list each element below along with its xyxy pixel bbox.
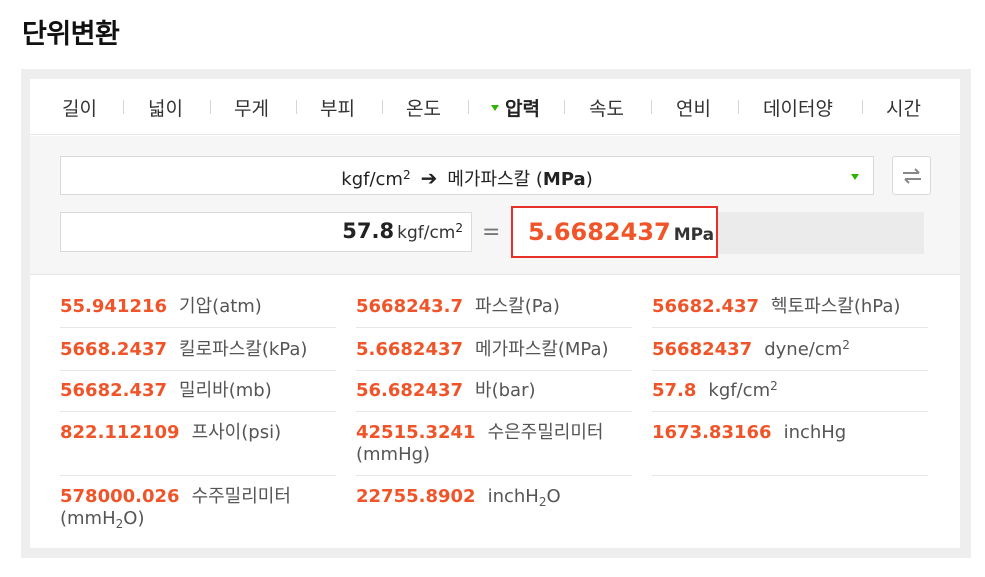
tab-area[interactable]: 넓이: [148, 94, 183, 121]
tab-time[interactable]: 시간: [886, 94, 921, 121]
result-item-value: 57.8: [652, 380, 697, 401]
tab-data-size[interactable]: 데이터양: [763, 94, 833, 121]
result-item-unit-line2-end: O): [123, 508, 145, 529]
result-item: 1673.83166 inchHg: [652, 422, 928, 476]
result-item: 56682.437 밀리바(mb): [60, 380, 336, 412]
tab-divider: [210, 100, 211, 114]
result-item-value: 42515.3241: [356, 422, 476, 443]
result-item-value: 55.941216: [60, 296, 168, 317]
result-item: 22755.8902 inchH2O: [356, 486, 632, 538]
input-unit-sup: 2: [455, 221, 463, 235]
result-item-unit: 파스칼(Pa): [475, 296, 560, 317]
result-item-unit: dyne/cm: [764, 339, 843, 360]
result-item-unit: 밀리바(mb): [179, 380, 272, 401]
to-unit-suffix: ): [585, 169, 593, 190]
result-item: 56682.437 헥토파스칼(hPa): [652, 296, 928, 328]
arrow-right-icon: ➔: [420, 166, 438, 190]
result-item: 42515.3241 수은주밀리미터 (mmHg): [356, 422, 632, 476]
value-input[interactable]: 57.8 kgf/cm2: [60, 212, 472, 252]
value-input-content: 57.8 kgf/cm2: [342, 219, 463, 243]
result-item: 5.6682437 메가파스칼(MPa): [356, 339, 632, 371]
result-item-value: 5668.2437: [60, 339, 168, 360]
result-item-unit-line2: (mmHg): [356, 444, 431, 465]
input-unit: kgf/cm: [397, 223, 456, 243]
result-item: 55.941216 기압(atm): [60, 296, 336, 328]
result-item: 5668.2437 킬로파스칼(kPa): [60, 339, 336, 371]
tab-divider: [738, 100, 739, 114]
result-unit: MPa: [673, 225, 715, 245]
result-item-unit: kgf/cm: [708, 380, 771, 401]
result-item-unit: 킬로파스칼(kPa): [179, 339, 308, 360]
category-tabs: 길이 넓이 무게 부피 온도 압력 속도 연비 데이터양 시간: [30, 79, 960, 135]
result-item-value: 56.682437: [356, 380, 464, 401]
conversion-panel: kgf/cm2 ➔ 메가파스칼 (MPa) 57.8 kgf/cm2 = 5.6682…: [30, 136, 960, 275]
result-item-unit: 메가파스칼(MPa): [475, 339, 609, 360]
result-item: 57.8 kgf/cm2: [652, 380, 928, 412]
result-item-unit: inchH: [487, 486, 539, 507]
tab-pressure[interactable]: 압력: [491, 94, 540, 121]
result-item-unit: 프사이(psi): [191, 422, 282, 443]
tab-length[interactable]: 길이: [62, 94, 97, 121]
conversion-results: 55.941216 기압(atm) 5668243.7 파스칼(Pa) 56682.…: [30, 276, 960, 548]
equals-sign: =: [482, 220, 501, 245]
result-item-unit: 헥토파스칼(hPa): [771, 296, 901, 317]
result-item-value: 56682.437: [652, 296, 760, 317]
swap-icon: [902, 167, 921, 184]
result-item-value: 22755.8902: [356, 486, 476, 507]
result-item: 578000.026 수주밀리미터 (mmH2O): [60, 486, 336, 538]
input-value: 57.8: [342, 219, 395, 243]
from-unit: kgf/cm: [341, 169, 403, 190]
tab-weight[interactable]: 무게: [234, 94, 269, 121]
result-item-unit-end: O: [546, 486, 561, 507]
result-value: 5.6682437: [528, 218, 671, 246]
tab-pressure-label: 압력: [505, 98, 540, 120]
tab-speed[interactable]: 속도: [589, 94, 624, 121]
to-unit-prefix: 메가파스칼 (: [447, 169, 543, 190]
result-item: 822.112109 프사이(psi): [60, 422, 336, 476]
tab-divider: [382, 100, 383, 114]
tab-divider: [468, 100, 469, 114]
tab-divider: [564, 100, 565, 114]
result-item-value: 578000.026: [60, 486, 180, 507]
result-item: 56.682437 바(bar): [356, 380, 632, 412]
tab-volume[interactable]: 부피: [320, 94, 355, 121]
result-item-unit: 바(bar): [475, 380, 536, 401]
unit-converter: 길이 넓이 무게 부피 온도 압력 속도 연비 데이터양 시간 kgf/cm2 ➔…: [30, 79, 960, 548]
page-title: 단위변환: [22, 19, 120, 50]
tab-divider: [296, 100, 297, 114]
active-marker-icon: [491, 104, 499, 111]
result-item: 5668243.7 파스칼(Pa): [356, 296, 632, 328]
result-item-value: 822.112109: [60, 422, 180, 443]
result-item-value: 5668243.7: [356, 296, 464, 317]
result-item-unit-sup: 2: [770, 379, 778, 393]
dropdown-caret-icon: [851, 174, 859, 180]
result-item-unit-line2: (mmH: [60, 508, 116, 529]
result-item-unit: inchHg: [783, 422, 847, 443]
result-item-unit: 수주밀리미터: [191, 486, 291, 507]
tab-divider: [651, 100, 652, 114]
result-item: 56682437 dyne/cm2: [652, 339, 928, 371]
result-item-value: 56682437: [652, 339, 753, 360]
result-item-unit-sup: 2: [842, 338, 850, 352]
result-item-unit: 기압(atm): [179, 296, 262, 317]
tab-divider: [123, 100, 124, 114]
tab-fuel-efficiency[interactable]: 연비: [676, 94, 711, 121]
tab-divider: [862, 100, 863, 114]
result-item-value: 56682.437: [60, 380, 168, 401]
unit-pair-select[interactable]: kgf/cm2 ➔ 메가파스칼 (MPa): [60, 156, 874, 195]
tab-temperature[interactable]: 온도: [406, 94, 441, 121]
swap-units-button[interactable]: [892, 156, 931, 195]
from-unit-sup: 2: [402, 168, 411, 182]
result-item-value: 5.6682437: [356, 339, 464, 360]
result-item-value: 1673.83166: [652, 422, 772, 443]
result-item-unit: 수은주밀리미터: [487, 422, 604, 443]
result-highlight: 5.6682437 MPa: [511, 206, 718, 258]
unit-pair-text: kgf/cm2 ➔ 메가파스칼 (MPa): [61, 165, 873, 191]
to-unit-abbr: MPa: [542, 169, 586, 190]
